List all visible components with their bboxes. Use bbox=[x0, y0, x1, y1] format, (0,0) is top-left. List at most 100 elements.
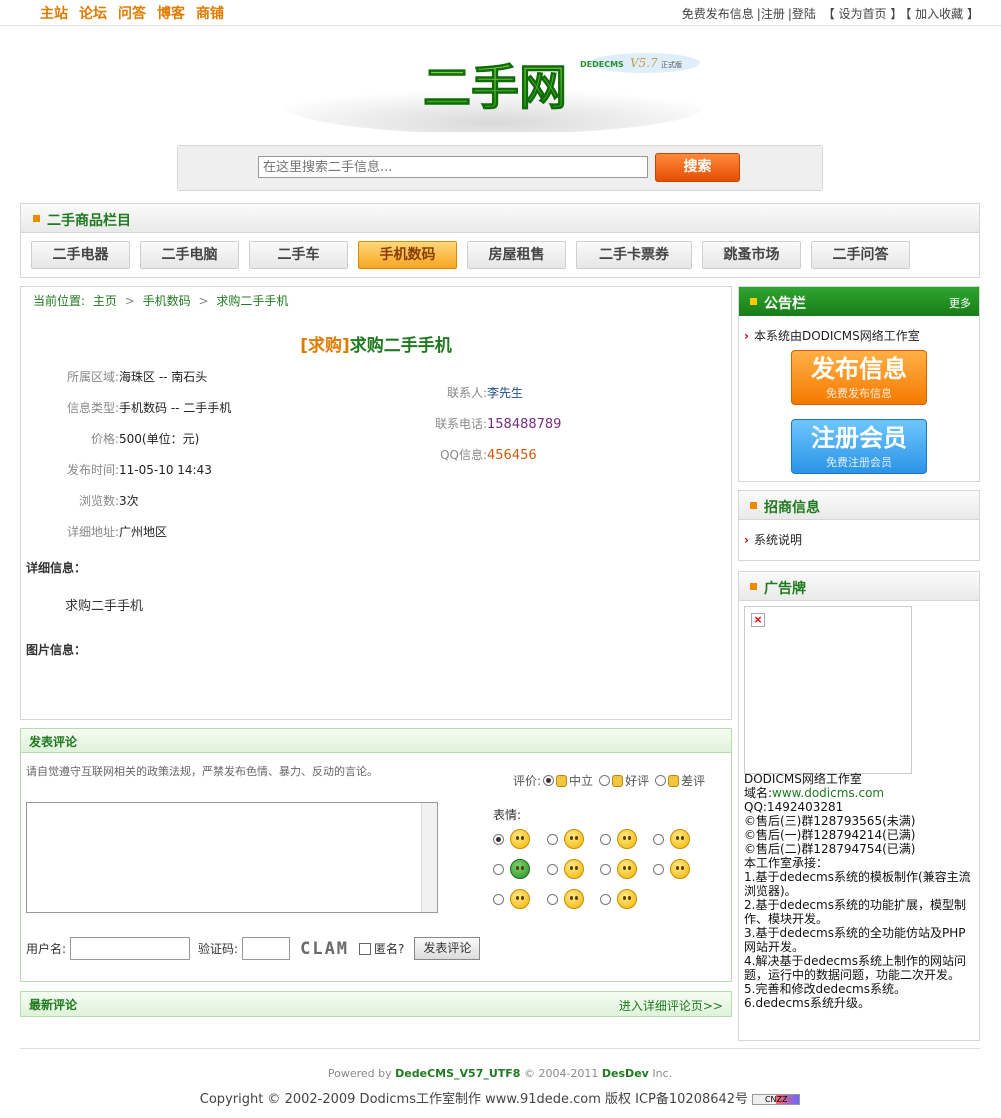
field-contact-person: 联系人:李先生 bbox=[446, 386, 524, 400]
emoji-radio[interactable] bbox=[600, 863, 611, 875]
detail-text: 求购二手手机 bbox=[65, 599, 144, 614]
field-views: 浏览数:3次 bbox=[78, 494, 139, 508]
emoji-option[interactable] bbox=[600, 889, 637, 909]
rating-group: 评价: 中立 好评 差评 bbox=[513, 772, 705, 789]
emoji-radio[interactable] bbox=[600, 833, 611, 845]
captcha-image[interactable]: CLAM bbox=[300, 939, 349, 959]
emoji-radio[interactable] bbox=[547, 833, 558, 845]
emoji-option[interactable] bbox=[547, 829, 584, 849]
search-bar: 搜索 bbox=[177, 145, 823, 191]
breadcrumb-current[interactable]: 求购二手手机 bbox=[216, 294, 288, 308]
username-input[interactable] bbox=[70, 937, 191, 960]
breadcrumb: 当前位置: 主页 > 手机数码 > 求购二手手机 bbox=[33, 292, 292, 309]
ad-line: ©售后(三)群128793565(未满) bbox=[744, 814, 916, 828]
tab-housing[interactable]: 房屋租售 bbox=[467, 241, 566, 269]
login-link[interactable]: |登陆 bbox=[788, 7, 816, 21]
set-homepage-link[interactable]: 【 设为首页 】 bbox=[823, 7, 903, 21]
emoji-label: 表情: bbox=[493, 808, 522, 822]
nav-link-shop[interactable]: 商铺 bbox=[196, 3, 224, 23]
emoji-radio[interactable] bbox=[493, 893, 504, 905]
field-type: 信息类型:手机数码 -- 二手手机 bbox=[66, 401, 232, 415]
anonymous-label[interactable]: 匿名? bbox=[374, 940, 404, 957]
field-price: 价格:500(单位：元) bbox=[90, 432, 200, 446]
tab-cars[interactable]: 二手车 bbox=[249, 241, 348, 269]
search-button[interactable]: 搜索 bbox=[655, 153, 740, 182]
nav-link-main[interactable]: 主站 bbox=[40, 3, 68, 23]
square-bullet-icon bbox=[750, 583, 757, 590]
captcha-input[interactable] bbox=[242, 937, 291, 960]
comment-submit-row: 用户名: 验证码: CLAM 匿名? 发表评论 bbox=[26, 937, 481, 960]
rating-bad-label[interactable]: 差评 bbox=[681, 772, 705, 789]
emoji-radio[interactable] bbox=[653, 833, 664, 845]
emoji-radio[interactable] bbox=[547, 893, 558, 905]
ad-line: ©售后(二)群128794754(已满) bbox=[744, 842, 916, 856]
smile-face-icon bbox=[510, 829, 530, 849]
cnzz-stats-badge[interactable]: CNZZ bbox=[752, 1094, 801, 1105]
free-post-link[interactable]: 免费发布信息 bbox=[682, 7, 754, 21]
ad-line: 6.dedecms系统升级。 bbox=[744, 996, 870, 1010]
register-member-button[interactable]: 注册会员 免费注册会员 bbox=[791, 419, 927, 474]
rating-good-label[interactable]: 好评 bbox=[625, 772, 649, 789]
ad-board: 广告牌 × DODICMS网络工作室 域名:www.dodicms.com QQ… bbox=[738, 571, 980, 1041]
emoji-option[interactable] bbox=[493, 829, 530, 849]
emoji-option[interactable] bbox=[547, 859, 584, 879]
rating-neutral-radio[interactable] bbox=[543, 775, 555, 786]
tab-mobile-digital[interactable]: 手机数码 bbox=[358, 241, 457, 269]
emoji-option[interactable] bbox=[493, 859, 530, 879]
add-favorite-link[interactable]: 【 加入收藏 】 bbox=[905, 7, 979, 21]
site-logo[interactable]: 二手网 DEDECMS V5.7 正式版 bbox=[285, 36, 705, 134]
rating-bad-radio[interactable] bbox=[655, 775, 667, 786]
comment-textarea[interactable] bbox=[26, 802, 438, 913]
investment-item[interactable]: 系统说明 bbox=[744, 531, 802, 548]
tab-computers[interactable]: 二手电脑 bbox=[140, 241, 239, 269]
notice-more-link[interactable]: 更多 bbox=[949, 295, 971, 311]
notice-item[interactable]: 本系统由DODICMS网络工作室 bbox=[744, 327, 920, 344]
notice-title: 公告栏 bbox=[764, 296, 806, 312]
nav-link-qa[interactable]: 问答 bbox=[118, 3, 146, 23]
ad-image[interactable]: × bbox=[744, 606, 912, 774]
search-input[interactable] bbox=[258, 156, 648, 178]
investment-header: 招商信息 bbox=[739, 491, 979, 520]
emoji-radio[interactable] bbox=[493, 863, 504, 875]
breadcrumb-home[interactable]: 主页 bbox=[93, 294, 117, 308]
publish-info-button[interactable]: 发布信息 免费发布信息 bbox=[791, 350, 927, 405]
emoji-option[interactable] bbox=[653, 829, 690, 849]
user-links: 免费发布信息 |注册 |登陆 【 设为首页 】【 加入收藏 】 bbox=[679, 5, 979, 22]
textarea-scrollbar[interactable] bbox=[421, 803, 437, 912]
register-link[interactable]: |注册 bbox=[757, 7, 785, 21]
tab-qa[interactable]: 二手问答 bbox=[811, 241, 910, 269]
copyright: Copyright © 2002-2009 Dodicms工作室制作 www.9… bbox=[20, 1088, 980, 1107]
all-comments-link[interactable]: 进入详细评论页>> bbox=[619, 997, 723, 1014]
hand-neutral-icon bbox=[556, 774, 568, 787]
emoji-radio[interactable] bbox=[653, 863, 664, 875]
emoji-option[interactable] bbox=[653, 859, 690, 879]
post-title: [求购]求购二手手机 bbox=[21, 331, 731, 356]
submit-comment-button[interactable]: 发表评论 bbox=[414, 937, 481, 960]
square-bullet-icon bbox=[750, 298, 757, 305]
rating-neutral-label[interactable]: 中立 bbox=[569, 772, 593, 789]
tab-tickets[interactable]: 二手卡票券 bbox=[576, 241, 692, 269]
broken-image-icon: × bbox=[751, 613, 765, 627]
emoji-option[interactable] bbox=[493, 889, 530, 909]
post-type-tag: [求购] bbox=[300, 336, 350, 356]
emoji-radio[interactable] bbox=[547, 863, 558, 875]
nav-link-blog[interactable]: 博客 bbox=[157, 3, 185, 23]
emoji-radio[interactable] bbox=[600, 893, 611, 905]
anonymous-checkbox[interactable] bbox=[359, 942, 372, 955]
breadcrumb-category[interactable]: 手机数码 bbox=[143, 294, 191, 308]
emoji-radio[interactable] bbox=[493, 833, 504, 845]
nav-link-forum[interactable]: 论坛 bbox=[79, 3, 107, 23]
comment-form-title: 发表评论 bbox=[29, 735, 78, 749]
rating-good-radio[interactable] bbox=[599, 775, 611, 786]
ad-line: 3.基于dedecms系统的全功能仿站及PHP网站开发。 bbox=[744, 926, 966, 954]
dedecms-link[interactable]: DedeCMS_V57_UTF8 bbox=[395, 1067, 520, 1080]
emoji-option[interactable] bbox=[600, 829, 637, 849]
emoji-option[interactable] bbox=[600, 859, 637, 879]
desdev-link[interactable]: DesDev bbox=[602, 1067, 649, 1080]
tab-appliances[interactable]: 二手电器 bbox=[31, 241, 130, 269]
emoji-option[interactable] bbox=[547, 889, 584, 909]
rating-label: 评价: bbox=[513, 774, 542, 788]
ad-line: 2.基于dedecms系统的功能扩展，模型制作、模块开发。 bbox=[744, 898, 966, 926]
tab-flea-market[interactable]: 跳蚤市场 bbox=[702, 241, 801, 269]
domain-link[interactable]: www.dodicms.com bbox=[772, 786, 884, 800]
